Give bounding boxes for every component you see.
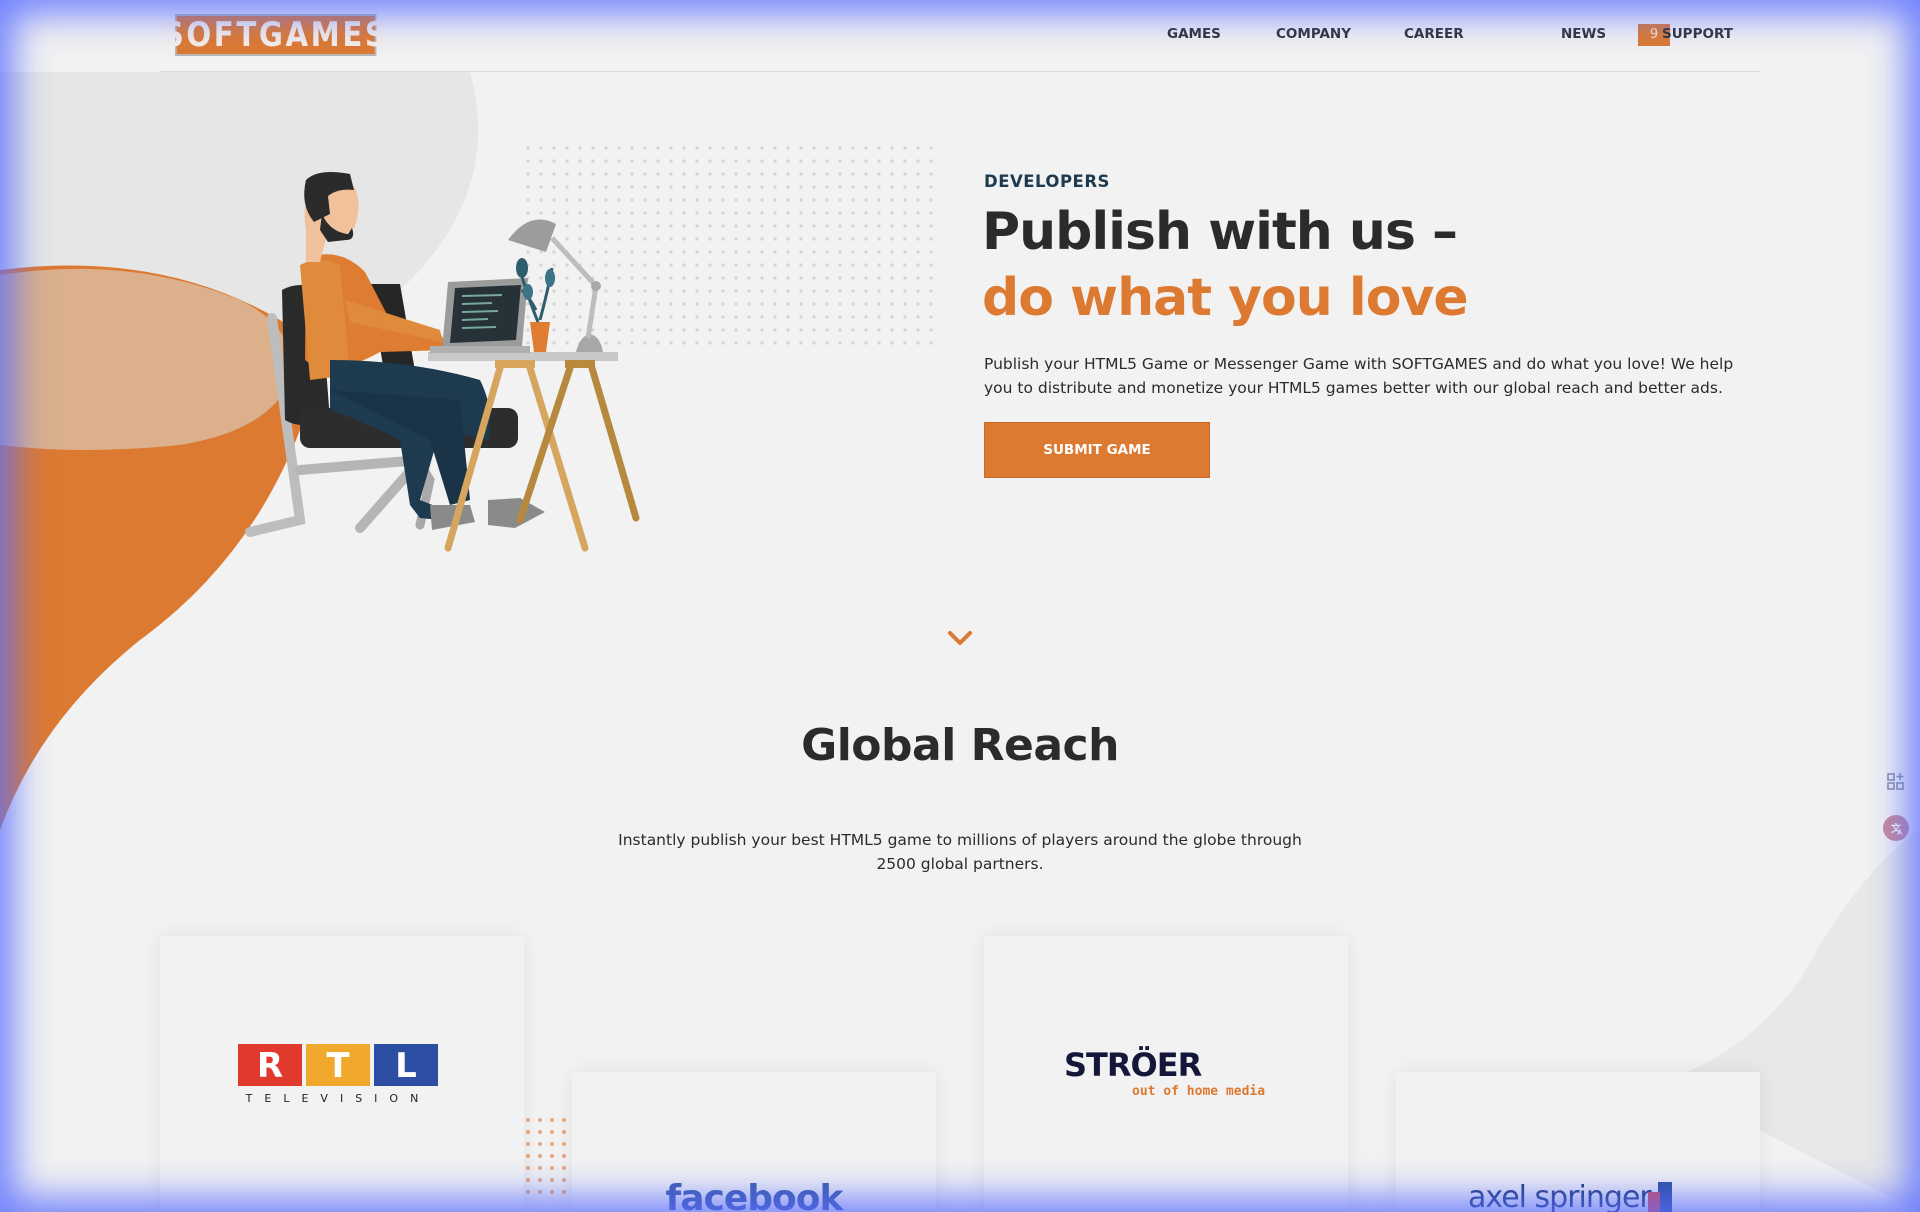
global-reach-title: Global Reach	[801, 720, 1119, 771]
nav-career[interactable]: CAREER	[1404, 26, 1464, 42]
hero-title-line2: do what you love	[982, 268, 1469, 328]
translate-icon[interactable]: 文 A	[1882, 814, 1910, 842]
rtl-subtitle: TELEVISION	[245, 1092, 431, 1105]
nav-games[interactable]: GAMES	[1167, 26, 1221, 42]
axel-springer-mark-red	[1648, 1192, 1660, 1212]
accent-dot-grid	[526, 1118, 566, 1194]
facebook-logo: facebook	[665, 1178, 844, 1212]
translate-icon-glyph-b: A	[1897, 828, 1903, 837]
stroeer-subtitle: out of home media	[1132, 1084, 1266, 1099]
nav-company[interactable]: COMPANY	[1276, 26, 1351, 42]
nav-support[interactable]: SUPPORT	[1662, 26, 1733, 42]
dot-grid	[526, 146, 933, 345]
softgames-logo[interactable]: SOFTGAMES	[163, 14, 386, 56]
submit-game-button[interactable]: SUBMIT GAME	[984, 422, 1210, 478]
axel-springer-logo: axel springer	[1468, 1180, 1652, 1212]
rtl-logo: R T L TELEVISION	[238, 1044, 438, 1105]
stroeer-logo: STRÖER	[1064, 1046, 1202, 1084]
rtl-logo-l: L	[395, 1046, 417, 1086]
hero-title-line1: Publish with us –	[982, 202, 1458, 262]
rtl-logo-r: R	[257, 1046, 283, 1086]
nav-news[interactable]: NEWS	[1561, 26, 1606, 42]
page: SOFTGAMES GAMES COMPANY CAREER 9 NEWS SU…	[0, 0, 1920, 1212]
chevron-down-icon[interactable]	[946, 628, 974, 648]
rtl-logo-t: T	[326, 1046, 350, 1086]
global-reach-description: Instantly publish your best HTML5 game t…	[618, 831, 1302, 873]
hero-description: Publish your HTML5 Game or Messenger Gam…	[984, 355, 1734, 397]
qr-code-icon[interactable]	[1882, 768, 1910, 796]
site-header: SOFTGAMES GAMES COMPANY CAREER 9 NEWS SU…	[160, 0, 1760, 72]
partner-card-axel-springer[interactable]: axel springer	[1396, 1072, 1760, 1212]
axel-springer-mark-blue	[1658, 1182, 1672, 1212]
partner-card-rtl[interactable]: R T L TELEVISION	[160, 936, 524, 1212]
partner-card-stroeer[interactable]: STRÖER out of home media	[984, 936, 1348, 1212]
partner-card-facebook[interactable]: facebook	[572, 1072, 936, 1212]
hero-eyebrow: DEVELOPERS	[984, 172, 1110, 191]
